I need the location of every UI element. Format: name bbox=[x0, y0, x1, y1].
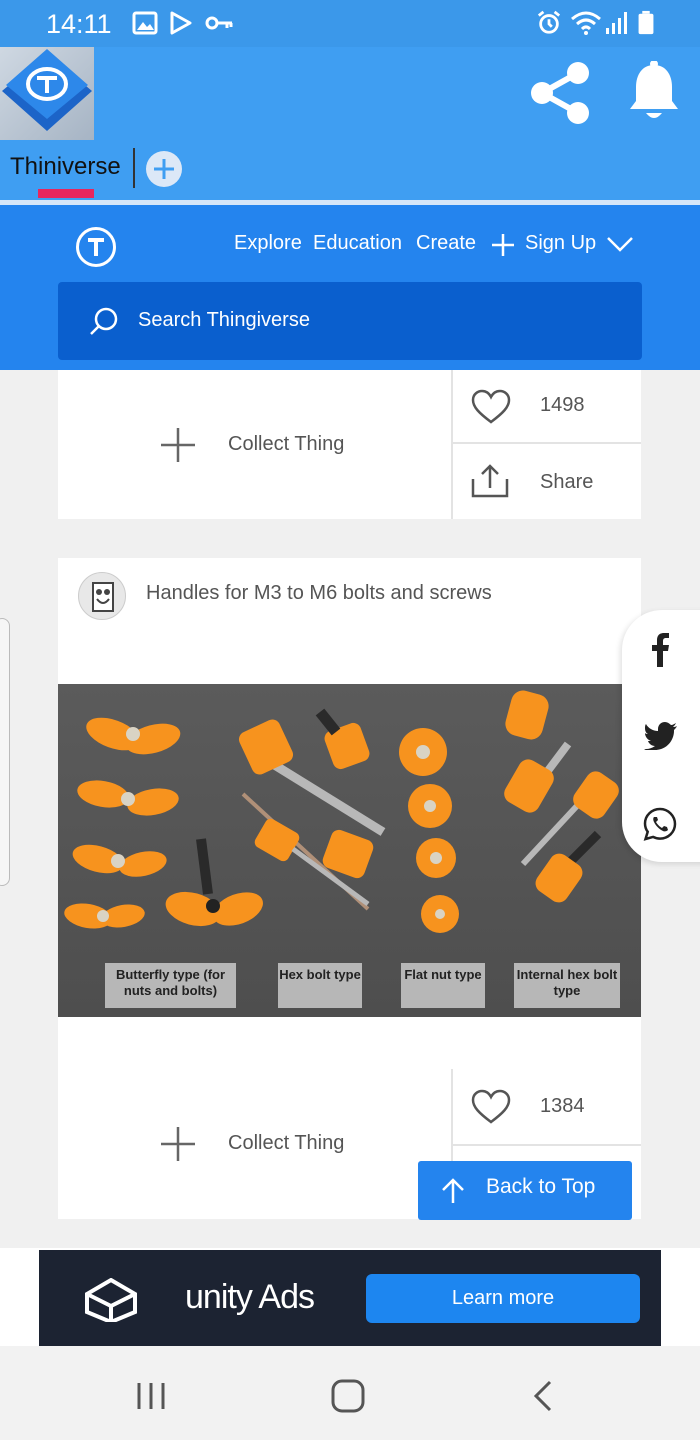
tab-divider bbox=[133, 148, 135, 188]
chevron-down-icon[interactable] bbox=[606, 235, 634, 253]
share-button[interactable]: Share bbox=[540, 471, 593, 494]
vpn-key-icon bbox=[205, 16, 233, 30]
collect-thing-button[interactable]: Collect Thing bbox=[158, 425, 358, 465]
status-time: 14:11 bbox=[46, 9, 112, 39]
collect-label: Collect Thing bbox=[228, 1132, 345, 1154]
site-nav: Explore Education Create Sign Up Search … bbox=[0, 205, 700, 370]
home-icon[interactable] bbox=[330, 1378, 366, 1414]
plus-icon bbox=[161, 1127, 195, 1161]
status-bar: 14:11 bbox=[0, 0, 700, 47]
search-input[interactable]: Search Thingiverse bbox=[58, 282, 642, 360]
like-count: 1498 bbox=[540, 394, 585, 416]
battery-icon bbox=[638, 10, 654, 35]
thingiverse-app-icon bbox=[2, 49, 92, 131]
unity-logo-icon bbox=[85, 1278, 137, 1322]
notification-bell-icon[interactable] bbox=[626, 61, 682, 123]
whatsapp-icon[interactable] bbox=[642, 806, 678, 842]
facebook-icon[interactable] bbox=[648, 632, 672, 668]
divider bbox=[451, 370, 453, 519]
image-caption: Flat nut type bbox=[401, 963, 485, 1008]
nav-sign-up[interactable]: Sign Up bbox=[525, 232, 596, 255]
search-placeholder: Search Thingiverse bbox=[138, 309, 310, 331]
ad-area: unity Ads Learn more bbox=[0, 1248, 700, 1346]
thing-image[interactable]: Butterfly type (for nuts and bolts) Hex … bbox=[58, 684, 641, 1017]
app-logo[interactable] bbox=[0, 47, 94, 140]
divider bbox=[453, 1144, 641, 1146]
social-share-bar bbox=[622, 610, 700, 862]
nav-education[interactable]: Education bbox=[313, 232, 402, 255]
plus-icon bbox=[154, 159, 174, 179]
active-tab-indicator bbox=[38, 189, 94, 198]
share-icon[interactable] bbox=[528, 61, 592, 125]
plus-icon bbox=[161, 428, 195, 462]
nav-explore[interactable]: Explore bbox=[234, 232, 302, 255]
gallery-icon bbox=[132, 11, 158, 35]
alarm-icon bbox=[537, 10, 561, 34]
like-count: 1384 bbox=[540, 1095, 585, 1117]
play-store-icon bbox=[170, 11, 192, 35]
search-icon bbox=[90, 307, 118, 335]
nav-create[interactable]: Create bbox=[416, 232, 476, 255]
recent-apps-icon[interactable] bbox=[134, 1381, 168, 1411]
thing-title[interactable]: Handles for M3 to M6 bolts and screws bbox=[146, 582, 492, 605]
arrow-up-icon bbox=[442, 1178, 464, 1203]
back-to-top-button[interactable]: Back to Top bbox=[418, 1161, 632, 1220]
heart-icon[interactable] bbox=[471, 1089, 511, 1125]
add-tab-button[interactable] bbox=[146, 151, 182, 187]
collect-thing-button[interactable]: Collect Thing bbox=[158, 1124, 358, 1164]
image-caption: Hex bolt type bbox=[278, 963, 362, 1008]
learn-more-button[interactable]: Learn more bbox=[366, 1274, 640, 1323]
thing-card: Collect Thing 1498 Share bbox=[58, 370, 641, 519]
collect-label: Collect Thing bbox=[228, 433, 345, 455]
plus-icon[interactable] bbox=[490, 232, 516, 258]
owl-avatar-icon bbox=[92, 582, 114, 612]
avatar[interactable] bbox=[78, 572, 126, 620]
ad-brand: unity Ads bbox=[185, 1278, 315, 1316]
ad-banner[interactable]: unity Ads Learn more bbox=[39, 1250, 661, 1346]
edge-panel-handle[interactable] bbox=[0, 618, 10, 886]
signal-icon bbox=[606, 12, 627, 34]
divider bbox=[453, 442, 641, 444]
share-upload-icon[interactable] bbox=[471, 463, 509, 499]
back-to-top-label: Back to Top bbox=[486, 1175, 596, 1198]
tab-thiniverse[interactable]: Thiniverse bbox=[10, 153, 121, 181]
image-caption: Internal hex bolt type bbox=[514, 963, 620, 1008]
back-icon[interactable] bbox=[532, 1380, 554, 1412]
wifi-icon bbox=[571, 11, 601, 35]
image-caption: Butterfly type (for nuts and bolts) bbox=[105, 963, 236, 1008]
twitter-icon[interactable] bbox=[644, 722, 678, 750]
heart-icon[interactable] bbox=[471, 389, 511, 425]
thingiverse-logo[interactable] bbox=[76, 227, 116, 267]
system-nav-bar bbox=[0, 1346, 700, 1440]
t-logo-icon bbox=[88, 238, 104, 256]
app-header: Thiniverse bbox=[0, 47, 700, 202]
